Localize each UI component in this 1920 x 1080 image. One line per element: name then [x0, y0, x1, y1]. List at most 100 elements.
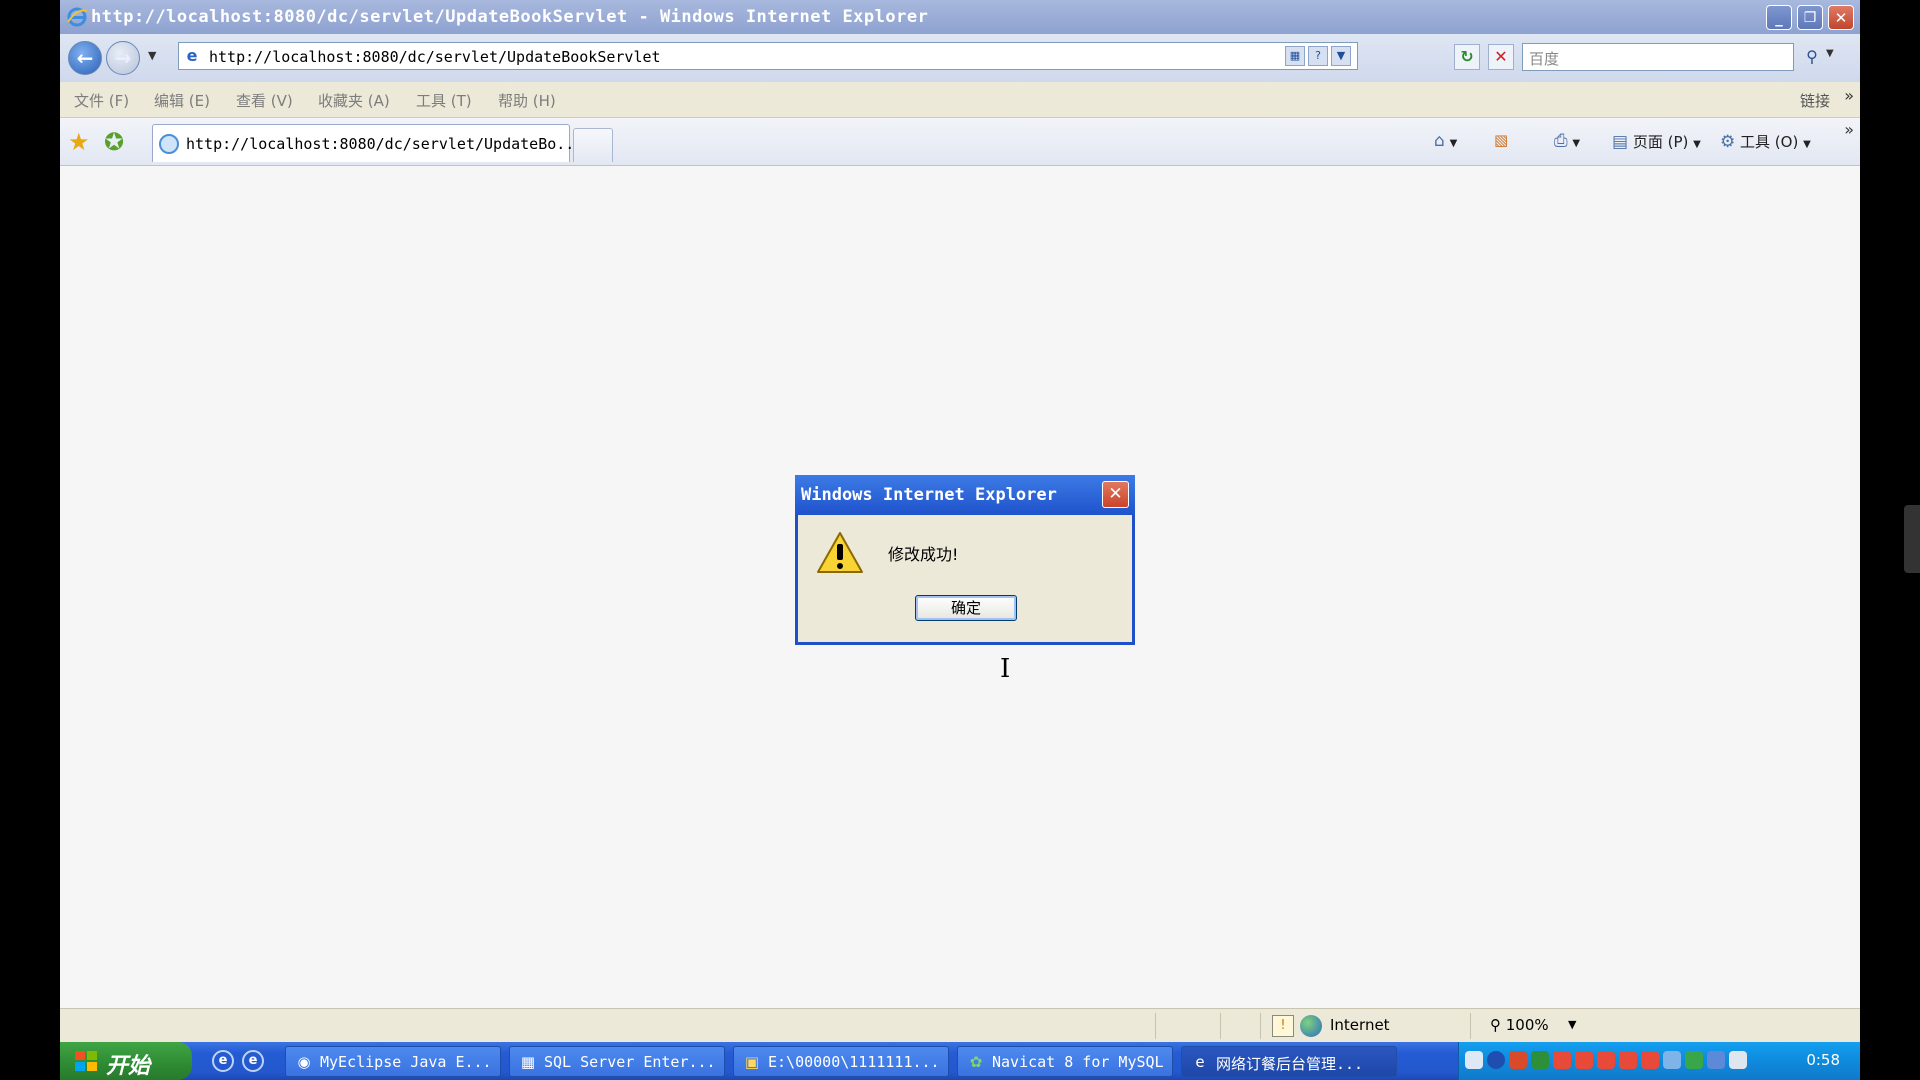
volume-icon[interactable] [1729, 1051, 1747, 1069]
globe-icon [1300, 1015, 1322, 1037]
title-bar: http://localhost:8080/dc/servlet/UpdateB… [60, 0, 1860, 34]
task-label: E:\00000\1111111... [768, 1053, 940, 1071]
tab-label: http://localhost:8080/dc/servlet/UpdateB… [186, 135, 584, 153]
chevron-icon[interactable]: » [1844, 86, 1854, 105]
menu-file[interactable]: 文件 (F) [74, 90, 129, 111]
ok-button[interactable]: 确定 [915, 595, 1017, 621]
recent-pages-dropdown-icon[interactable]: ▼ [148, 49, 156, 62]
command-chevron-icon[interactable]: » [1844, 120, 1854, 139]
task-label: Navicat 8 for MySQL [992, 1053, 1164, 1071]
alert-dialog: Windows Internet Explorer ✕ 修改成功! 确定 [795, 475, 1135, 645]
new-tab-button[interactable] [573, 128, 613, 162]
task-label: SQL Server Enter... [544, 1053, 716, 1071]
task-sql-server[interactable]: ▦ SQL Server Enter... [509, 1046, 725, 1077]
qq-icon[interactable] [1619, 1051, 1637, 1069]
tray-app-icon[interactable] [1663, 1051, 1681, 1069]
menu-edit[interactable]: 编辑 (E) [154, 90, 210, 111]
tray-app-icon[interactable] [1707, 1051, 1725, 1069]
forward-button[interactable]: → [106, 41, 140, 75]
home-icon[interactable]: ⌂ ▼ [1434, 131, 1457, 151]
zoom-dropdown-icon[interactable]: ▼ [1568, 1018, 1576, 1031]
qq-icon[interactable] [1575, 1051, 1593, 1069]
address-toolbar: ← → ▼ e http://localhost:8080/dc/servlet… [60, 34, 1860, 82]
quick-launch-ie2-icon[interactable]: e [242, 1050, 264, 1072]
task-label: MyEclipse Java E... [320, 1053, 492, 1071]
page-icon: e [186, 46, 198, 65]
keyboard-icon[interactable] [1465, 1051, 1483, 1069]
status-divider [1470, 1013, 1471, 1039]
tray-app-icon[interactable] [1685, 1051, 1703, 1069]
search-icon[interactable]: ⚲ [1798, 44, 1826, 70]
favorites-star-icon[interactable]: ★ [68, 128, 90, 156]
ie-icon: e [1195, 1053, 1205, 1071]
system-tray: 0:58 [1458, 1042, 1860, 1080]
myeclipse-icon: ◉ [297, 1053, 311, 1071]
start-button[interactable]: 开始 [60, 1042, 192, 1080]
qq-icon[interactable] [1641, 1051, 1659, 1069]
tools-menu-label: 工具 (O) [1740, 133, 1799, 151]
address-url[interactable]: http://localhost:8080/dc/servlet/UpdateB… [209, 48, 661, 66]
tray-app-icon[interactable] [1509, 1051, 1527, 1069]
protected-mode-icon[interactable]: ! [1272, 1015, 1294, 1037]
status-bar: ! Internet ⚲ 100% ▼ [60, 1008, 1860, 1042]
refresh-button[interactable]: ↻ [1454, 44, 1480, 70]
quick-launch-ie-icon[interactable]: e [212, 1050, 234, 1072]
loading-icon [159, 134, 179, 154]
page-menu[interactable]: ▤ 页面 (P) ▼ [1612, 131, 1701, 152]
security-zone[interactable]: Internet [1330, 1016, 1390, 1034]
task-label: 网络订餐后台管理... [1216, 1055, 1364, 1073]
clock[interactable]: 0:58 [1806, 1051, 1840, 1069]
start-label: 开始 [106, 1053, 151, 1079]
task-ie-window[interactable]: e 网络订餐后台管理... [1181, 1046, 1397, 1077]
menu-view[interactable]: 查看 (V) [236, 90, 293, 111]
zoom-value: 100% [1505, 1016, 1549, 1034]
qq-icon[interactable] [1553, 1051, 1571, 1069]
zoom-level[interactable]: ⚲ 100% [1490, 1016, 1549, 1034]
dialog-title-bar: Windows Internet Explorer ✕ [795, 475, 1135, 515]
tools-menu[interactable]: ⚙ 工具 (O) ▼ [1720, 131, 1811, 152]
search-placeholder: 百度 [1529, 50, 1560, 68]
tab-bar: ★ ✪ http://localhost:8080/dc/servlet/Upd… [60, 118, 1860, 166]
stop-button[interactable]: ✕ [1488, 44, 1514, 70]
text-cursor-icon: I [1000, 654, 1011, 684]
links-toolbar[interactable]: 链接 [1800, 90, 1830, 111]
minimize-button[interactable]: _ [1766, 5, 1792, 30]
navicat-icon: ✿ [969, 1053, 983, 1071]
ie-window: http://localhost:8080/dc/servlet/UpdateB… [60, 0, 1860, 1080]
tab-updatebookservlet[interactable]: http://localhost:8080/dc/servlet/UpdateB… [152, 124, 583, 162]
menu-help[interactable]: 帮助 (H) [498, 90, 556, 111]
page-menu-label: 页面 (P) [1632, 133, 1689, 151]
window-title: http://localhost:8080/dc/servlet/UpdateB… [91, 7, 929, 27]
address-dropdown-icon[interactable]: ▼ [1331, 46, 1351, 66]
feeds-icon[interactable]: ▧ [1494, 131, 1508, 149]
search-options-dropdown-icon[interactable]: ▼ [1826, 48, 1834, 59]
tray-expand-icon[interactable] [1487, 1051, 1505, 1069]
address-field[interactable]: e http://localhost:8080/dc/servlet/Updat… [178, 42, 1358, 70]
status-divider [1260, 1013, 1261, 1039]
dialog-message: 修改成功! [888, 545, 959, 564]
search-input[interactable]: 百度 [1522, 43, 1794, 71]
qq-icon[interactable] [1597, 1051, 1615, 1069]
task-explorer-folder[interactable]: ▣ E:\00000\1111111... [733, 1046, 949, 1077]
restore-button[interactable]: ❐ [1797, 5, 1823, 30]
menu-favorites[interactable]: 收藏夹 (A) [318, 90, 390, 111]
add-favorite-icon[interactable]: ✪ [104, 128, 124, 156]
folder-icon: ▣ [744, 1053, 760, 1071]
ie-logo-icon [67, 7, 88, 27]
dialog-title: Windows Internet Explorer [801, 485, 1057, 505]
side-panel-handle[interactable] [1904, 505, 1920, 573]
network-icon[interactable] [1531, 1051, 1549, 1069]
security-report-icon[interactable]: ? [1308, 46, 1328, 66]
status-divider [1220, 1013, 1221, 1039]
compatibility-view-icon[interactable]: ▦ [1285, 46, 1305, 66]
task-navicat[interactable]: ✿ Navicat 8 for MySQL [957, 1046, 1173, 1077]
dialog-close-button[interactable]: ✕ [1102, 481, 1129, 508]
close-window-button[interactable]: ✕ [1828, 5, 1854, 30]
menu-bar: 文件 (F) 编辑 (E) 查看 (V) 收藏夹 (A) 工具 (T) 帮助 (… [60, 82, 1860, 118]
back-button[interactable]: ← [68, 41, 102, 75]
windows-flag-icon [75, 1051, 97, 1071]
menu-tools[interactable]: 工具 (T) [416, 90, 472, 111]
print-icon[interactable]: ⎙ ▼ [1554, 131, 1580, 151]
status-divider [1155, 1013, 1156, 1039]
task-myeclipse[interactable]: ◉ MyEclipse Java E... [285, 1046, 501, 1077]
